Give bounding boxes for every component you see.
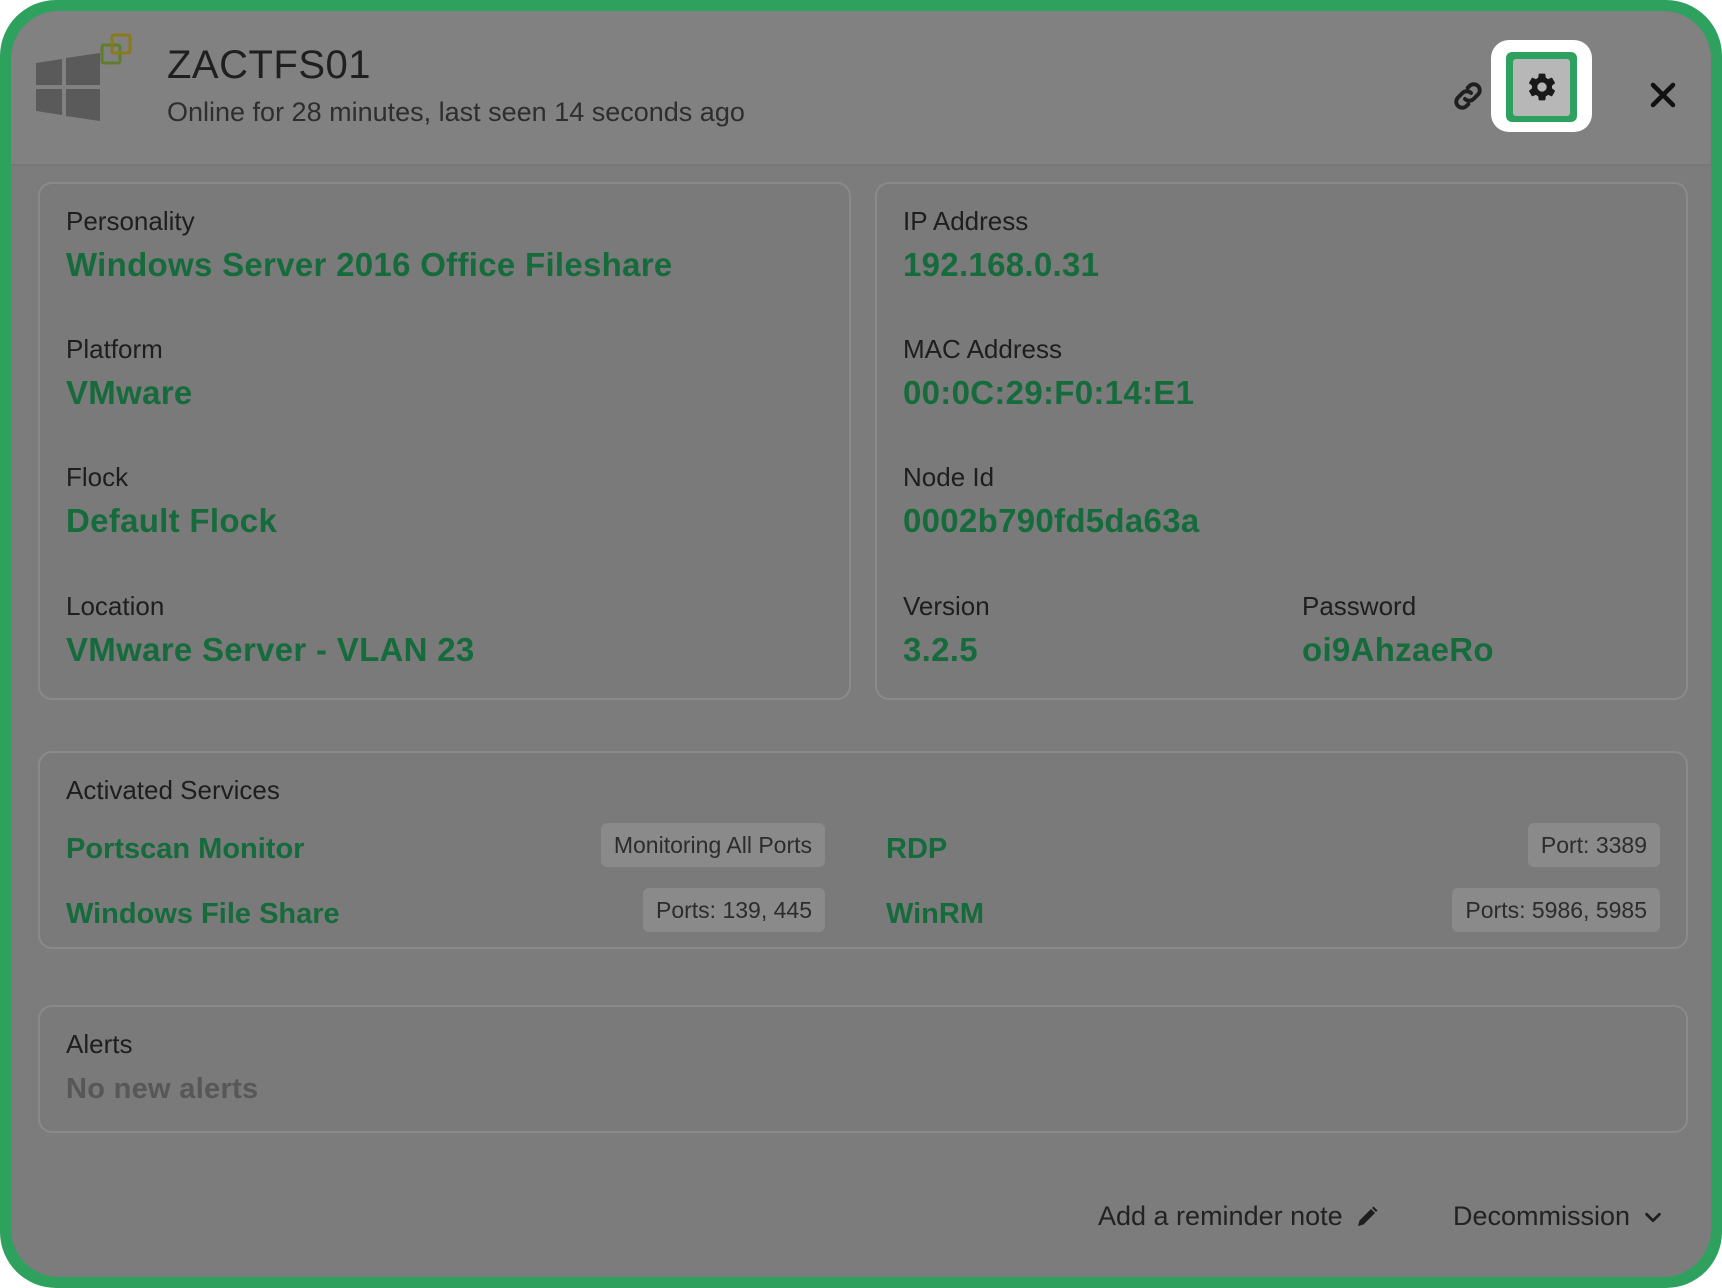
flock-value[interactable]: Default Flock — [66, 502, 277, 540]
password-value[interactable]: oi9AhzaeRo — [1302, 631, 1494, 669]
settings-button-inner — [1513, 58, 1570, 116]
settings-button[interactable] — [1506, 52, 1577, 122]
ip-address-label: IP Address — [903, 206, 1029, 236]
decommission-dropdown[interactable]: Decommission — [1453, 1201, 1664, 1232]
device-details-card: Personality Windows Server 2016 Office F… — [38, 182, 851, 700]
service-detail-badge: Ports: 5986, 5985 — [1452, 888, 1660, 932]
chevron-down-icon — [1645, 1212, 1661, 1222]
decommission-label: Decommission — [1453, 1201, 1631, 1231]
device-name: ZACTFS01 — [167, 43, 372, 87]
service-detail-badge: Ports: 139, 445 — [643, 888, 825, 932]
link-button[interactable] — [1445, 73, 1491, 119]
services-title: Activated Services — [66, 775, 280, 805]
link-icon — [1454, 82, 1482, 110]
window-frame: ZACTFS01 Online for 28 minutes, last see… — [0, 0, 1722, 1288]
version-label: Version — [903, 591, 990, 621]
alerts-card: Alerts No new alerts — [38, 1005, 1688, 1133]
vmware-icon — [100, 33, 132, 65]
alerts-value: No new alerts — [66, 1073, 259, 1105]
device-details-panel: ZACTFS01 Online for 28 minutes, last see… — [11, 11, 1711, 1277]
network-details-card: IP Address 192.168.0.31 MAC Address 00:0… — [875, 182, 1688, 700]
platform-value[interactable]: VMware — [66, 374, 193, 412]
password-label: Password — [1302, 591, 1417, 621]
close-icon — [1650, 82, 1676, 108]
device-status: Online for 28 minutes, last seen 14 seco… — [167, 97, 745, 127]
alerts-title: Alerts — [66, 1029, 133, 1059]
personality-label: Personality — [66, 206, 195, 236]
panel-header: ZACTFS01 Online for 28 minutes, last see… — [11, 11, 1711, 166]
service-name[interactable]: Portscan Monitor — [66, 833, 304, 866]
platform-label: Platform — [66, 334, 163, 364]
node-id-label: Node Id — [903, 462, 995, 492]
ip-address-value[interactable]: 192.168.0.31 — [903, 246, 1099, 284]
location-label: Location — [66, 591, 165, 621]
mac-address-value[interactable]: 00:0C:29:F0:14:E1 — [903, 374, 1194, 412]
location-value[interactable]: VMware Server - VLAN 23 — [66, 631, 475, 669]
activated-services-card: Activated Services Portscan Monitor Moni… — [38, 751, 1688, 949]
flock-label: Flock — [66, 462, 129, 492]
mac-address-label: MAC Address — [903, 334, 1062, 364]
close-button[interactable] — [1641, 73, 1685, 117]
version-value[interactable]: 3.2.5 — [903, 631, 978, 669]
reminder-label: Add a reminder note — [1098, 1201, 1343, 1231]
service-detail-badge: Port: 3389 — [1527, 823, 1660, 867]
personality-value[interactable]: Windows Server 2016 Office Fileshare — [66, 246, 673, 284]
service-name[interactable]: RDP — [886, 833, 947, 866]
windows-logo-icon — [36, 33, 132, 121]
add-reminder-note-button[interactable]: Add a reminder note — [1098, 1201, 1379, 1232]
gear-icon — [1528, 73, 1555, 101]
service-name[interactable]: Windows File Share — [66, 898, 340, 931]
service-detail-badge: Monitoring All Ports — [600, 823, 825, 867]
pencil-icon — [1357, 1206, 1378, 1226]
node-id-value[interactable]: 0002b790fd5da63a — [903, 502, 1200, 540]
service-name[interactable]: WinRM — [886, 898, 984, 931]
